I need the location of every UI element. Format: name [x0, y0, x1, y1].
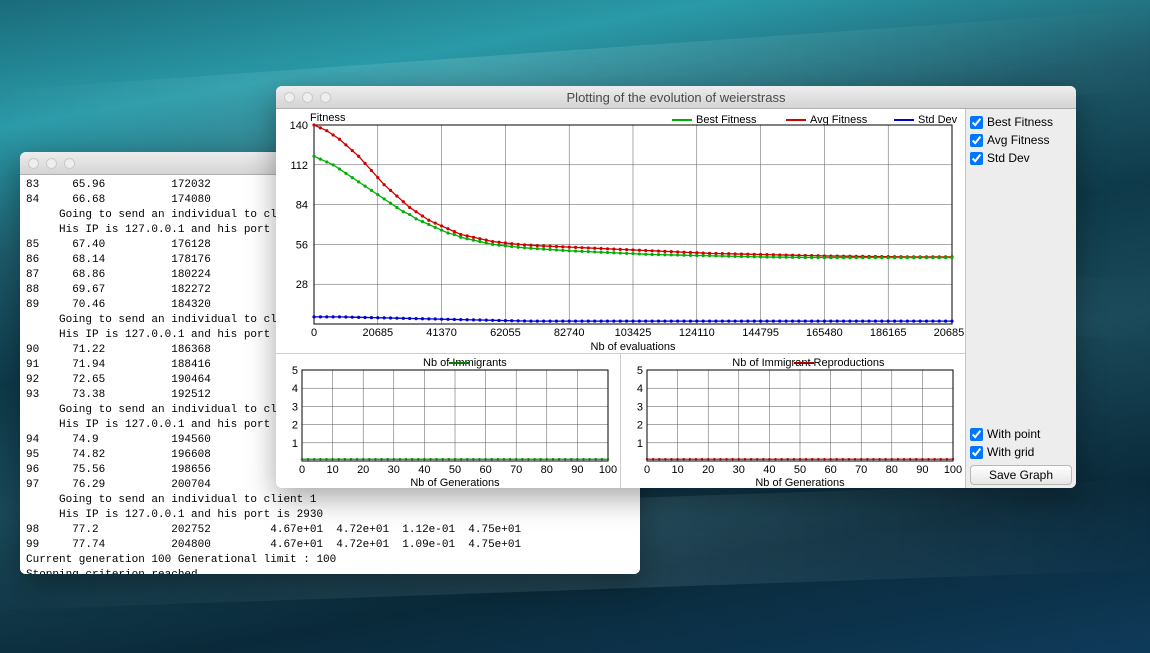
close-icon[interactable] [28, 158, 39, 169]
svg-text:56: 56 [296, 239, 308, 251]
svg-text:70: 70 [855, 464, 867, 476]
svg-text:70: 70 [510, 464, 522, 476]
svg-text:Avg Fitness: Avg Fitness [810, 114, 868, 126]
svg-text:4: 4 [637, 383, 643, 395]
svg-text:100: 100 [599, 464, 617, 476]
checkbox[interactable] [970, 152, 983, 165]
checkbox[interactable] [970, 428, 983, 441]
svg-text:80: 80 [541, 464, 553, 476]
zoom-icon[interactable] [320, 92, 331, 103]
desktop: wei… 83 65.96 172032 84 66.68 174080 Goi… [0, 0, 1150, 653]
checkbox-label: Avg Fitness [987, 133, 1049, 147]
checkbox-label: Best Fitness [987, 115, 1053, 129]
svg-text:165480: 165480 [806, 327, 843, 339]
svg-text:Fitness: Fitness [310, 112, 346, 124]
best-fitness-checkbox[interactable]: Best Fitness [970, 115, 1072, 129]
svg-text:103425: 103425 [615, 327, 652, 339]
zoom-icon[interactable] [64, 158, 75, 169]
svg-text:60: 60 [479, 464, 491, 476]
svg-text:50: 50 [449, 464, 461, 476]
with-grid-checkbox[interactable]: With grid [970, 445, 1072, 459]
plot-window[interactable]: Plotting of the evolution of weierstrass… [276, 86, 1076, 488]
svg-text:10: 10 [671, 464, 683, 476]
svg-text:41370: 41370 [426, 327, 457, 339]
svg-text:186165: 186165 [870, 327, 907, 339]
window-title: Plotting of the evolution of weierstrass [276, 90, 1076, 105]
avg-fitness-checkbox[interactable]: Avg Fitness [970, 133, 1072, 147]
svg-text:84: 84 [296, 200, 308, 212]
checkbox-label: Std Dev [987, 151, 1030, 165]
svg-text:0: 0 [644, 464, 650, 476]
svg-text:1: 1 [292, 438, 298, 450]
svg-text:40: 40 [418, 464, 430, 476]
svg-text:Best Fitness: Best Fitness [696, 114, 757, 126]
svg-text:124110: 124110 [679, 327, 715, 339]
svg-text:112: 112 [290, 160, 308, 172]
svg-text:90: 90 [916, 464, 928, 476]
svg-text:20: 20 [357, 464, 369, 476]
svg-text:Nb of Generations: Nb of Generations [410, 477, 500, 488]
svg-text:4: 4 [292, 383, 298, 395]
svg-text:28: 28 [296, 279, 308, 291]
svg-text:82740: 82740 [554, 327, 585, 339]
minimize-icon[interactable] [302, 92, 313, 103]
save-graph-button[interactable]: Save Graph [970, 465, 1072, 485]
svg-text:2: 2 [637, 420, 643, 432]
svg-text:10: 10 [326, 464, 338, 476]
std-dev-checkbox[interactable]: Std Dev [970, 151, 1072, 165]
svg-text:100: 100 [944, 464, 962, 476]
titlebar[interactable]: Plotting of the evolution of weierstrass [276, 86, 1076, 109]
svg-text:Nb of Generations: Nb of Generations [755, 477, 845, 488]
checkbox-label: With grid [987, 445, 1034, 459]
svg-text:2: 2 [292, 420, 298, 432]
svg-text:1: 1 [637, 438, 643, 450]
immigrants-chart: 123450102030405060708090100Nb of Generat… [276, 354, 620, 488]
svg-text:0: 0 [299, 464, 305, 476]
minimize-icon[interactable] [46, 158, 57, 169]
with-point-checkbox[interactable]: With point [970, 427, 1072, 441]
svg-text:Std Dev: Std Dev [918, 114, 958, 126]
svg-text:Nb of evaluations: Nb of evaluations [591, 341, 676, 353]
svg-text:90: 90 [571, 464, 583, 476]
svg-text:80: 80 [886, 464, 898, 476]
svg-text:20685: 20685 [363, 327, 394, 339]
checkbox[interactable] [970, 116, 983, 129]
checkbox[interactable] [970, 446, 983, 459]
svg-text:0: 0 [311, 327, 317, 339]
svg-text:62055: 62055 [490, 327, 521, 339]
main-chart: 28 56 84 112 140 0 20685 41370 62055 82740 103425 1… [276, 109, 965, 354]
checkbox-label: With point [987, 427, 1040, 441]
svg-text:206850: 206850 [934, 327, 964, 339]
side-panel: Best Fitness Avg Fitness Std Dev With po… [965, 109, 1076, 488]
svg-text:3: 3 [292, 401, 298, 413]
svg-text:144795: 144795 [742, 327, 779, 339]
close-icon[interactable] [284, 92, 295, 103]
svg-text:140: 140 [290, 120, 308, 132]
svg-text:50: 50 [794, 464, 806, 476]
checkbox[interactable] [970, 134, 983, 147]
svg-text:5: 5 [637, 365, 643, 377]
svg-text:30: 30 [388, 464, 400, 476]
button-label: Save Graph [989, 468, 1053, 482]
svg-text:30: 30 [733, 464, 745, 476]
immigrant-repro-chart: 123450102030405060708090100Nb of Generat… [620, 354, 965, 488]
svg-text:20: 20 [702, 464, 714, 476]
svg-text:40: 40 [763, 464, 775, 476]
svg-text:3: 3 [637, 401, 643, 413]
svg-text:5: 5 [292, 365, 298, 377]
svg-text:60: 60 [824, 464, 836, 476]
